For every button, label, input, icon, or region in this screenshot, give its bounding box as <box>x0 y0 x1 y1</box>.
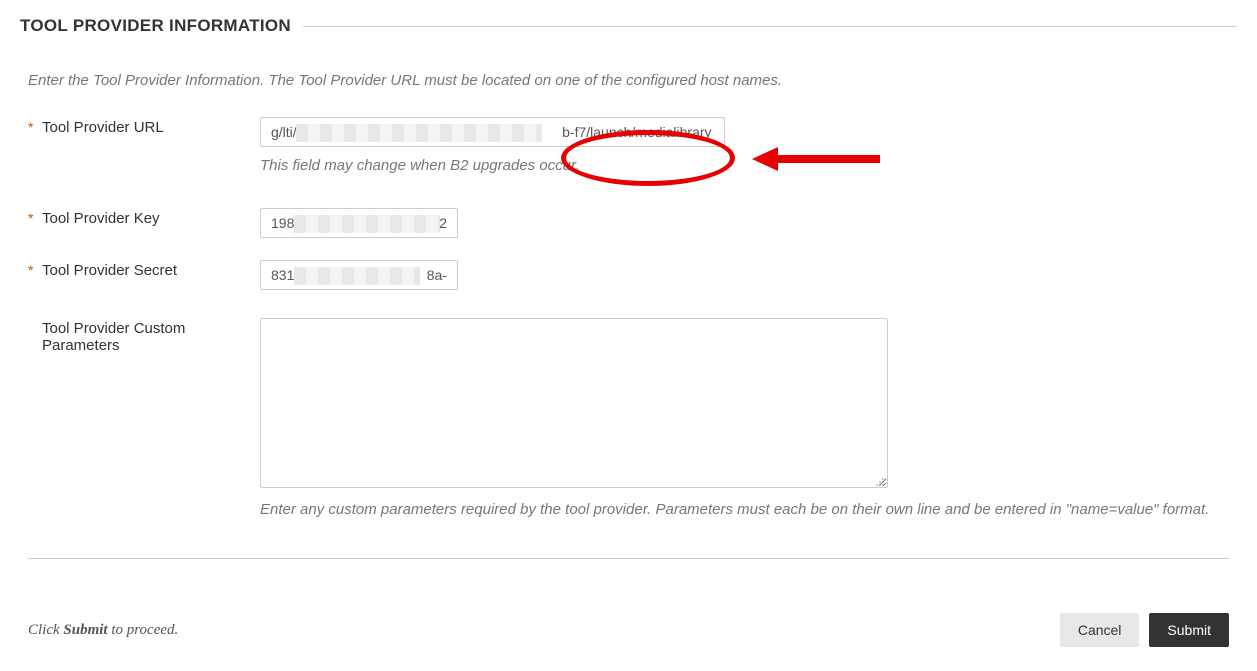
footer-prompt-prefix: Click <box>28 622 63 638</box>
url-value-suffix: b-f7/launch/medialibrary <box>562 124 711 140</box>
key-value-suffix: -2 <box>435 215 447 231</box>
cancel-button[interactable]: Cancel <box>1060 613 1140 647</box>
tool-provider-url-input[interactable]: g/lti/1fd b-f7/launch/medialibrary <box>260 117 725 147</box>
tool-provider-url-label: Tool Provider URL <box>42 117 260 136</box>
section-intro: Enter the Tool Provider Information. The… <box>28 72 1229 89</box>
secret-value-prefix: 831 <box>271 267 294 283</box>
required-star-icon: * <box>28 117 42 135</box>
footer-prompt-suffix: to proceed. <box>108 622 179 638</box>
url-value-prefix: g/lti/1fd <box>271 124 316 140</box>
submit-button[interactable]: Submit <box>1149 613 1229 647</box>
required-star-spacer <box>28 318 42 320</box>
required-star-icon: * <box>28 260 42 278</box>
custom-parameters-help: Enter any custom parameters required by … <box>260 501 1210 518</box>
footer-buttons: Cancel Submit <box>1060 613 1229 647</box>
tool-provider-url-row: * Tool Provider URL g/lti/1fd b-f7/launc… <box>28 117 1229 174</box>
section-title: TOOL PROVIDER INFORMATION <box>20 16 291 36</box>
section-divider <box>303 26 1237 27</box>
secret-value-suffix: 8a- <box>427 267 447 283</box>
tool-provider-key-row: * Tool Provider Key 198 -2 <box>28 208 1229 238</box>
tool-provider-secret-input[interactable]: 831 8a- <box>260 260 458 290</box>
section-header: TOOL PROVIDER INFORMATION <box>0 0 1257 36</box>
footer-row: Click Submit to proceed. Cancel Submit <box>0 559 1257 659</box>
footer-prompt-strong: Submit <box>63 622 107 638</box>
custom-parameters-textarea[interactable] <box>260 318 888 488</box>
custom-parameters-label: Tool Provider Custom Parameters <box>42 318 260 354</box>
tool-provider-url-help: This field may change when B2 upgrades o… <box>260 157 1229 174</box>
tool-provider-secret-label: Tool Provider Secret <box>42 260 260 279</box>
custom-parameters-row: Tool Provider Custom Parameters Enter an… <box>28 318 1229 518</box>
tool-provider-key-input[interactable]: 198 -2 <box>260 208 458 238</box>
key-value-prefix: 198 <box>271 215 294 231</box>
tool-provider-secret-row: * Tool Provider Secret 831 8a- <box>28 260 1229 290</box>
required-star-icon: * <box>28 208 42 226</box>
tool-provider-key-label: Tool Provider Key <box>42 208 260 227</box>
footer-prompt: Click Submit to proceed. <box>28 622 178 639</box>
